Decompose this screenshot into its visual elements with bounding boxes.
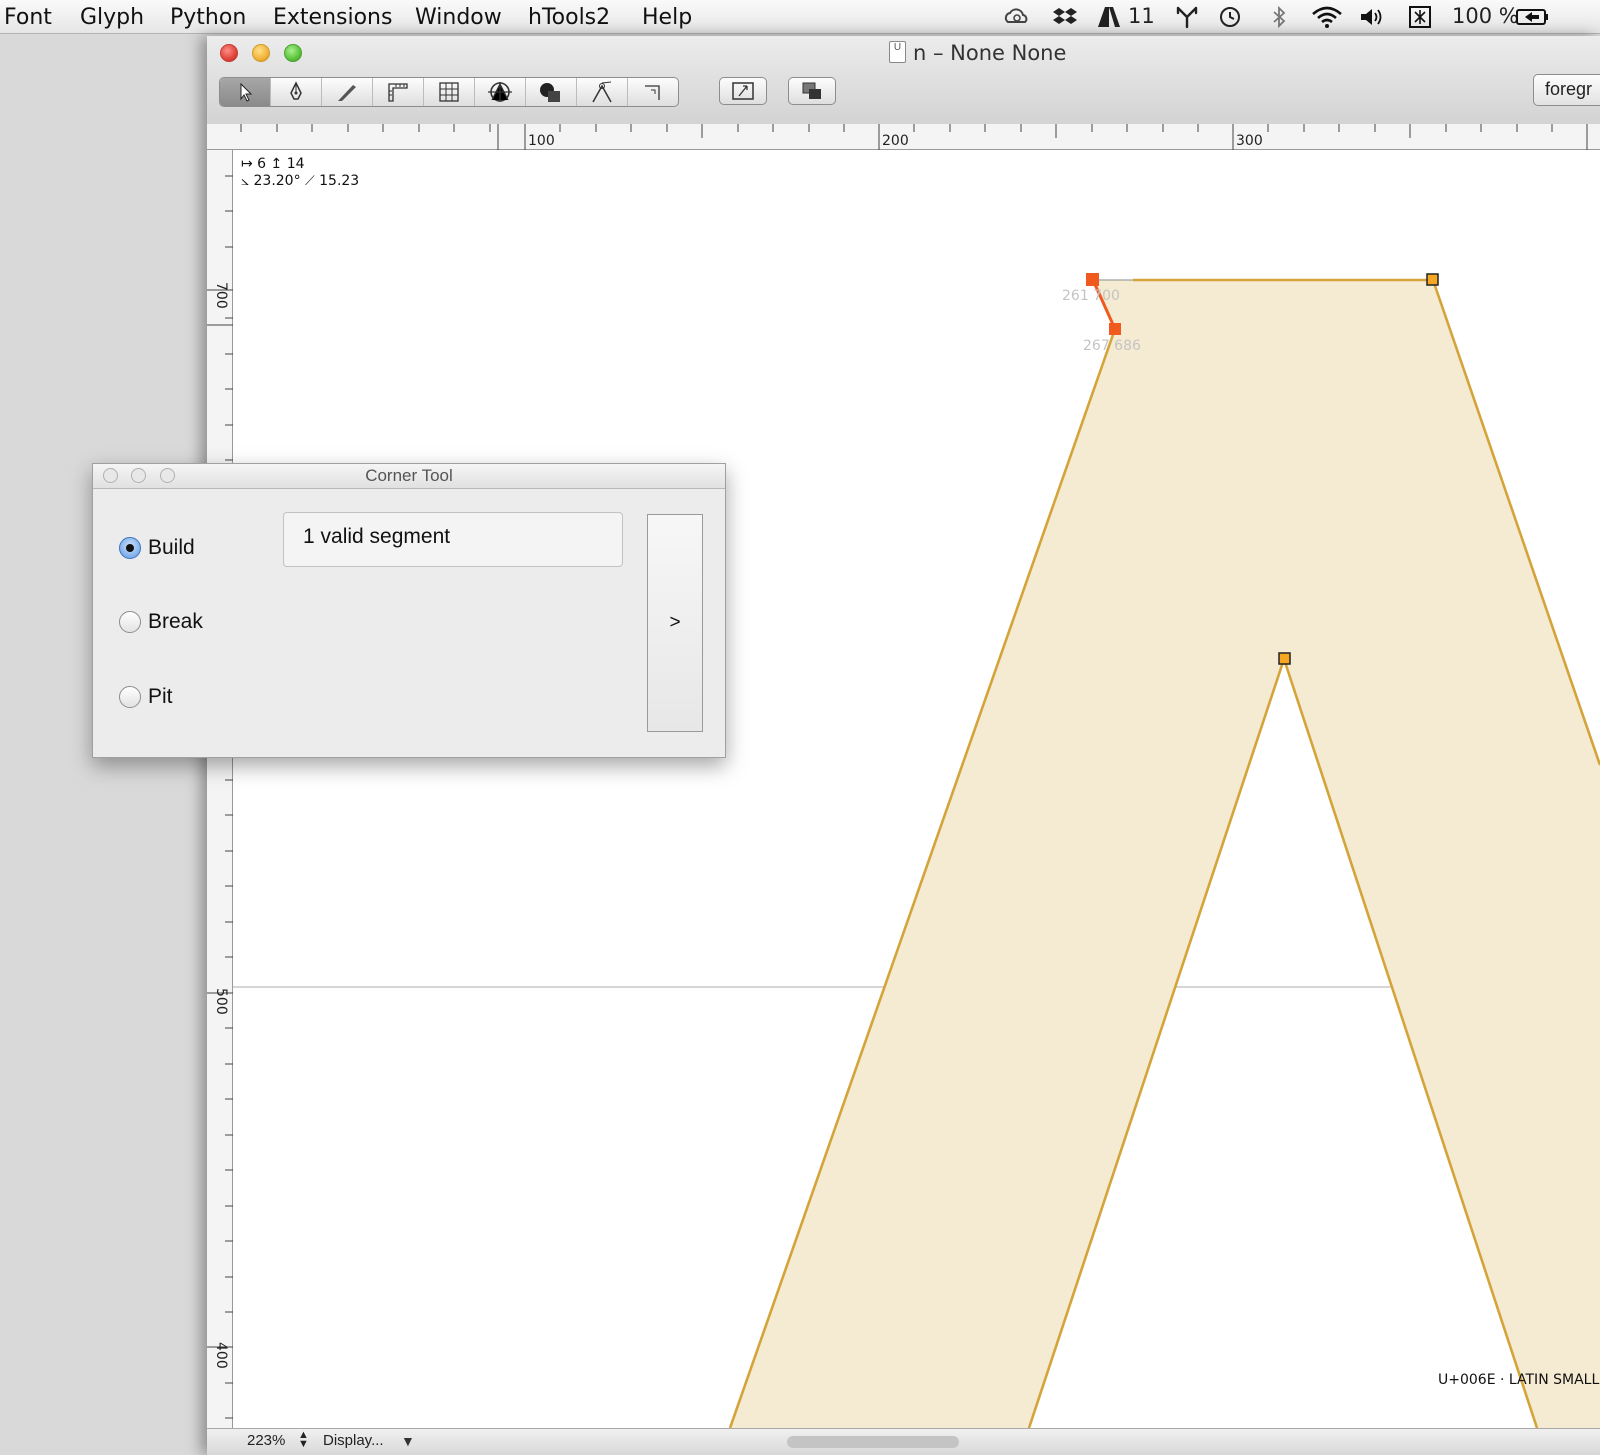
glyph-fill [730, 280, 1600, 1428]
measure-angle-length: ⦣ 23.20° ⟋ 15.23 [241, 173, 360, 189]
menu-font[interactable]: Font [4, 5, 52, 30]
on-curve-point[interactable] [1278, 652, 1291, 665]
panel-titlebar: Corner Tool [93, 464, 725, 489]
ruler-label-100: 100 [528, 133, 555, 149]
minimize-button[interactable] [252, 44, 270, 62]
glyph-canvas[interactable]: 261 700 267 686 [233, 150, 1600, 1428]
radio-break[interactable]: Break [119, 610, 203, 634]
pen-tool-icon[interactable] [271, 78, 322, 106]
tool-selector [219, 77, 679, 107]
radio-button-selected[interactable] [119, 537, 141, 559]
status-bar: 223% ▲ ▼ Display... ▼ [207, 1428, 1600, 1455]
adobe-count: 11 [1128, 4, 1155, 28]
ruler-label-500: 500 [213, 988, 229, 1015]
glyph-outline[interactable]: 261 700 267 686 [233, 150, 1600, 1428]
horizontal-ruler-ticks: 100 200 300 [240, 124, 1588, 150]
menu-python[interactable]: Python [170, 5, 246, 30]
knife-tool-icon[interactable] [322, 78, 373, 106]
ruler-label-300: 300 [1236, 133, 1263, 149]
anchor-tool-icon[interactable] [475, 78, 526, 106]
radio-button[interactable] [119, 686, 141, 708]
adobe-icon[interactable] [1096, 5, 1122, 29]
vertical-ruler-ticks: 700 500 400 [207, 175, 233, 1419]
battery-icon[interactable] [1515, 5, 1551, 29]
radio-button[interactable] [119, 611, 141, 633]
panel-title: Corner Tool [365, 466, 453, 485]
vertical-ruler: 700 500 400 [207, 150, 233, 1428]
battery-percent: 100 % [1452, 4, 1519, 28]
zoom-button[interactable] [284, 44, 302, 62]
window-title: n – None None [913, 41, 1067, 65]
measure-tool-icon[interactable] [373, 78, 424, 106]
ruler-label-700: 700 [213, 282, 229, 309]
radio-label-break[interactable]: Break [148, 610, 203, 634]
chevron-down-icon[interactable]: ▼ [401, 1433, 415, 1449]
display-menu[interactable]: Display... [323, 1432, 384, 1449]
corner-tool-icon[interactable] [628, 78, 678, 106]
menu-help[interactable]: Help [642, 5, 692, 30]
horizontal-scrollbar[interactable] [787, 1436, 959, 1448]
grid-tool-icon[interactable] [424, 78, 475, 106]
radio-label-pit[interactable]: Pit [148, 685, 173, 709]
radio-label-build[interactable]: Build [148, 536, 195, 560]
window-titlebar: U n – None None foregr [207, 36, 1600, 125]
point-coordinate-label: 267 686 [1083, 338, 1141, 354]
menu-extensions[interactable]: Extensions [273, 5, 392, 30]
close-button[interactable] [220, 44, 238, 62]
selected-point-1[interactable] [1086, 273, 1099, 286]
point-coordinate-label: 261 700 [1062, 288, 1120, 304]
radio-build[interactable]: Build [119, 536, 195, 560]
horizontal-ruler: 100 200 300 [207, 124, 1600, 150]
menu-window[interactable]: Window [415, 5, 502, 30]
selected-point-2[interactable] [1109, 323, 1121, 335]
zoom-level[interactable]: 223% [247, 1432, 285, 1449]
measurement-info: ↦ 6 ↥ 14 ⦣ 23.20° ⟋ 15.23 [241, 156, 359, 190]
measure-offset: ↦ 6 ↥ 14 [241, 156, 305, 172]
ruler-label-400: 400 [213, 1342, 229, 1369]
fork-icon[interactable] [1174, 5, 1200, 29]
input-menu-icon[interactable] [1407, 5, 1433, 29]
menu-glyph[interactable]: Glyph [80, 5, 144, 30]
menu-bar: Font Glyph Python Extensions Window hToo… [0, 0, 1600, 34]
on-curve-point[interactable] [1426, 273, 1439, 286]
radio-pit[interactable]: Pit [119, 685, 173, 709]
wifi-icon[interactable] [1311, 5, 1343, 29]
apply-button[interactable]: > [647, 514, 703, 732]
compass-tool-icon[interactable] [577, 78, 628, 106]
ruler-label-200: 200 [882, 133, 909, 149]
segment-status-field: 1 valid segment [283, 512, 623, 567]
unicode-label: U+006E · LATIN SMALL LETTER N [1438, 1372, 1600, 1388]
volume-icon[interactable] [1358, 5, 1384, 29]
preview-button[interactable] [719, 77, 767, 105]
layer-popup-button[interactable]: foregr [1533, 74, 1600, 106]
shape-tool-icon[interactable] [526, 78, 577, 106]
zoom-stepper-icon[interactable]: ▲ ▼ [298, 1430, 309, 1450]
creative-cloud-icon[interactable] [1004, 5, 1030, 29]
corner-tool-panel: Corner Tool Build Break Pit 1 valid segm… [92, 463, 726, 758]
bluetooth-icon[interactable] [1266, 5, 1292, 29]
ufo-document-icon: U [889, 41, 906, 63]
time-machine-icon[interactable] [1217, 5, 1243, 29]
arrow-tool-icon[interactable] [220, 78, 271, 106]
dropbox-icon[interactable] [1052, 5, 1078, 29]
menu-htools2[interactable]: hTools2 [528, 5, 610, 30]
layers-button[interactable] [788, 77, 836, 105]
